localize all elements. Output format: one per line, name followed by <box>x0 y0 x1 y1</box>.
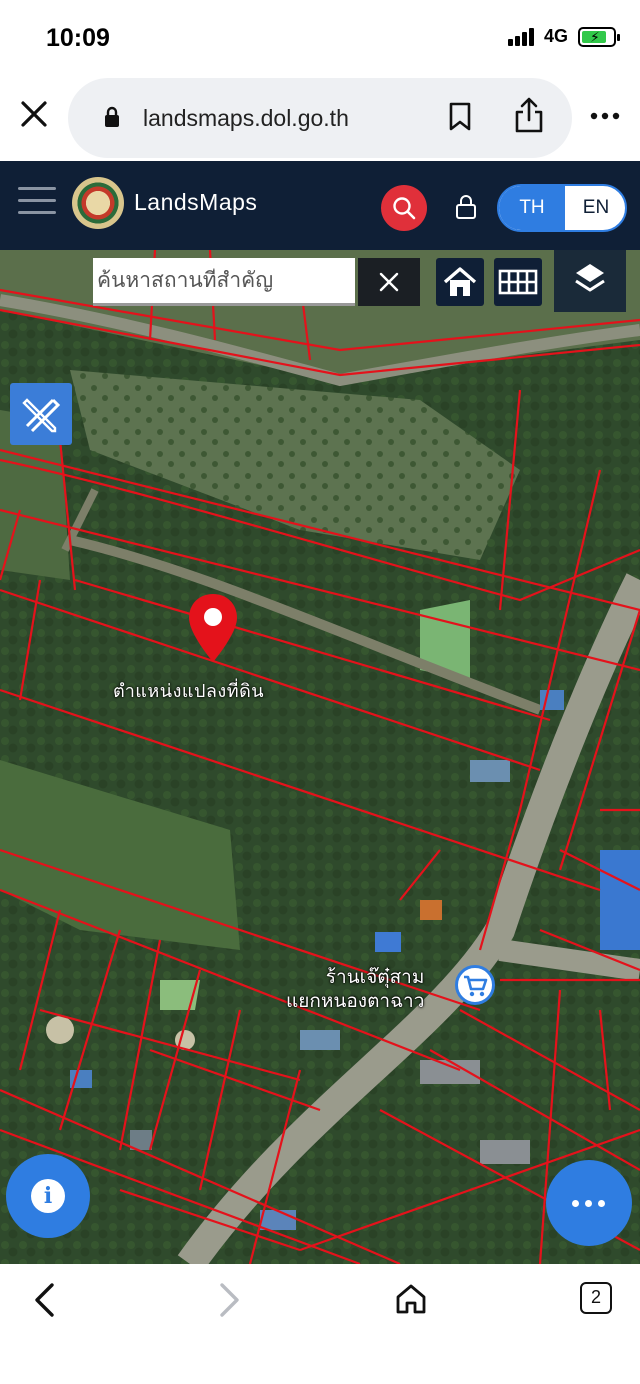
language-toggle: TH EN <box>497 184 627 232</box>
layers-icon <box>575 264 605 292</box>
app-title: LandsMaps <box>134 189 258 215</box>
ruler-pencil-icon <box>22 398 61 433</box>
poi-location: แยกหนองตาฉาว <box>286 990 425 1012</box>
menu-icon[interactable] <box>18 187 56 219</box>
login-lock-icon[interactable] <box>455 194 477 220</box>
home-button[interactable] <box>436 258 484 306</box>
shop-poi-button[interactable] <box>455 965 495 1005</box>
close-icon[interactable] <box>18 98 50 130</box>
more-options-icon[interactable] <box>590 112 620 120</box>
landmark-search-input-box[interactable] <box>93 258 355 306</box>
clear-search-button[interactable] <box>358 258 420 306</box>
close-icon <box>379 272 399 292</box>
lang-en-button[interactable]: EN <box>565 186 625 230</box>
status-bar: 10:09 4G ⚡ <box>0 0 640 76</box>
address-bar[interactable]: landsmaps.dol.go.th <box>68 78 572 158</box>
landmark-search-input[interactable] <box>97 268 351 292</box>
satellite-imagery <box>0 250 640 1264</box>
status-time: 10:09 <box>46 24 110 52</box>
poi-name: ร้านเจ๊ตุ๋สาม <box>325 966 425 988</box>
info-button[interactable]: i <box>6 1154 90 1238</box>
shopping-cart-icon <box>464 975 488 997</box>
map-pin-icon[interactable] <box>187 592 239 664</box>
pin-label: ตำแหน่งแปลงที่ดิน <box>113 681 265 702</box>
map-canvas[interactable]: ตำแหน่งแปลงที่ดิน ร้านเจ๊ตุ๋สาม แยกหนองต… <box>0 250 640 1264</box>
browser-toolbar: 2 <box>0 1264 640 1384</box>
home-icon[interactable] <box>394 1282 428 1316</box>
more-dots-icon <box>572 1200 605 1207</box>
search-button[interactable] <box>381 185 427 231</box>
network-type: 4G <box>543 26 568 46</box>
forward-arrow-icon[interactable] <box>214 1282 244 1318</box>
url-text: landsmaps.dol.go.th <box>143 105 349 131</box>
layers-button[interactable] <box>554 250 626 312</box>
app-header: LandsMaps TH EN <box>0 161 640 250</box>
signal-icon <box>507 27 534 46</box>
share-icon[interactable] <box>512 96 546 134</box>
search-icon <box>393 197 416 220</box>
status-indicators: 4G ⚡ <box>507 26 620 47</box>
lock-icon <box>105 106 119 127</box>
grid-button[interactable] <box>494 258 542 306</box>
measure-tools-button[interactable] <box>10 383 72 445</box>
tabs-count-button[interactable]: 2 <box>580 1282 612 1314</box>
department-logo <box>72 177 124 229</box>
back-arrow-icon[interactable] <box>30 1282 60 1318</box>
poi-label: ร้านเจ๊ตุ๋สาม แยกหนองตาฉาว <box>286 965 424 1013</box>
more-actions-button[interactable] <box>546 1160 632 1246</box>
grid-icon <box>498 269 538 295</box>
lang-th-button[interactable]: TH <box>499 186 565 230</box>
battery-icon: ⚡ <box>578 26 620 47</box>
info-icon: i <box>31 1179 65 1213</box>
bookmark-icon[interactable] <box>448 102 472 132</box>
browser-bar: landsmaps.dol.go.th <box>0 76 640 161</box>
house-icon <box>443 267 477 296</box>
